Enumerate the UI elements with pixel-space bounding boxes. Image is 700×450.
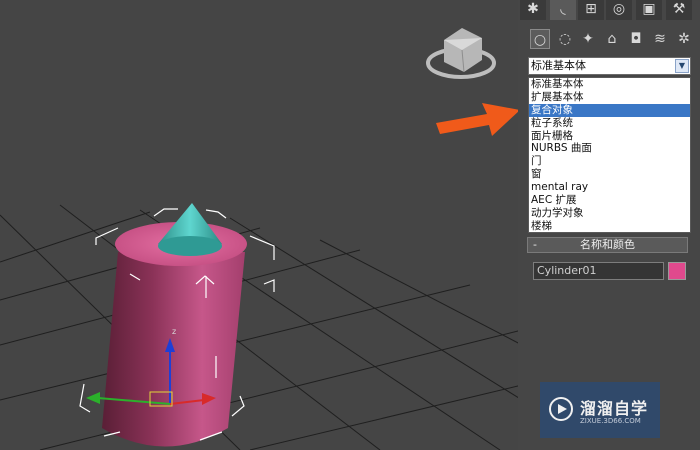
dropdown-item-windows[interactable]: 窗 [529, 168, 690, 181]
ground-grid [0, 204, 522, 450]
category-selected-text: 标准基本体 [531, 59, 586, 72]
viewcube[interactable] [426, 28, 496, 79]
space-warps-icon[interactable]: ≋ [650, 29, 670, 49]
dropdown-item-standard-primitives[interactable]: 标准基本体 [529, 78, 690, 91]
geometry-icon[interactable]: ○ [530, 29, 550, 49]
object-category-select[interactable]: 标准基本体 ▼ [528, 57, 691, 75]
dropdown-item-doors[interactable]: 门 [529, 155, 690, 168]
display-tab-icon[interactable]: ▣ [636, 0, 662, 20]
watermark-logo: 溜溜自学 ZIXUE.3D66.COM [540, 382, 660, 438]
dropdown-item-extended-primitives[interactable]: 扩展基本体 [529, 91, 690, 104]
rollout-title: 名称和颜色 [580, 238, 635, 251]
category-dropdown-list[interactable]: 标准基本体 扩展基本体 复合对象 粒子系统 面片栅格 NURBS 曲面 门 窗 … [528, 77, 691, 233]
annotation-arrow [436, 103, 520, 136]
object-color-swatch[interactable] [668, 262, 686, 280]
utilities-tab-icon[interactable]: ⚒ [666, 0, 692, 20]
dropdown-item-mental-ray[interactable]: mental ray [529, 181, 690, 194]
svg-text:z: z [172, 327, 176, 336]
motion-tab-icon[interactable]: ◎ [606, 0, 632, 20]
dropdown-item-dynamics-objects[interactable]: 动力学对象 [529, 207, 690, 220]
play-icon [549, 397, 573, 421]
dropdown-item-compound-objects[interactable]: 复合对象 [529, 103, 690, 117]
dropdown-item-aec-extended[interactable]: AEC 扩展 [529, 194, 690, 207]
dropdown-item-particle-systems[interactable]: 粒子系统 [529, 117, 690, 130]
object-name-field[interactable]: Cylinder01 [533, 262, 664, 280]
dropdown-item-stairs[interactable]: 楼梯 [529, 220, 690, 233]
chevron-down-icon[interactable]: ▼ [675, 59, 689, 73]
hierarchy-tab-icon[interactable]: ⊞ [578, 0, 604, 20]
cameras-icon[interactable]: ⌂ [602, 29, 622, 49]
dropdown-item-patch-grids[interactable]: 面片栅格 [529, 130, 690, 143]
watermark-url: ZIXUE.3D66.COM [580, 417, 641, 425]
dropdown-item-nurbs-surfaces[interactable]: NURBS 曲面 [529, 142, 690, 155]
lights-icon[interactable]: ✦ [578, 29, 598, 49]
shapes-icon[interactable]: ◌ [555, 29, 575, 49]
helpers-icon[interactable]: ◘ [626, 29, 646, 49]
name-and-color-rollout[interactable]: - 名称和颜色 [527, 237, 688, 253]
perspective-viewport[interactable]: z [0, 0, 522, 450]
create-tab-icon[interactable]: ✱ [520, 0, 546, 20]
watermark-title: 溜溜自学 [580, 399, 649, 418]
modify-tab-icon[interactable]: ◟ [550, 0, 576, 20]
systems-icon[interactable]: ✲ [674, 29, 694, 49]
